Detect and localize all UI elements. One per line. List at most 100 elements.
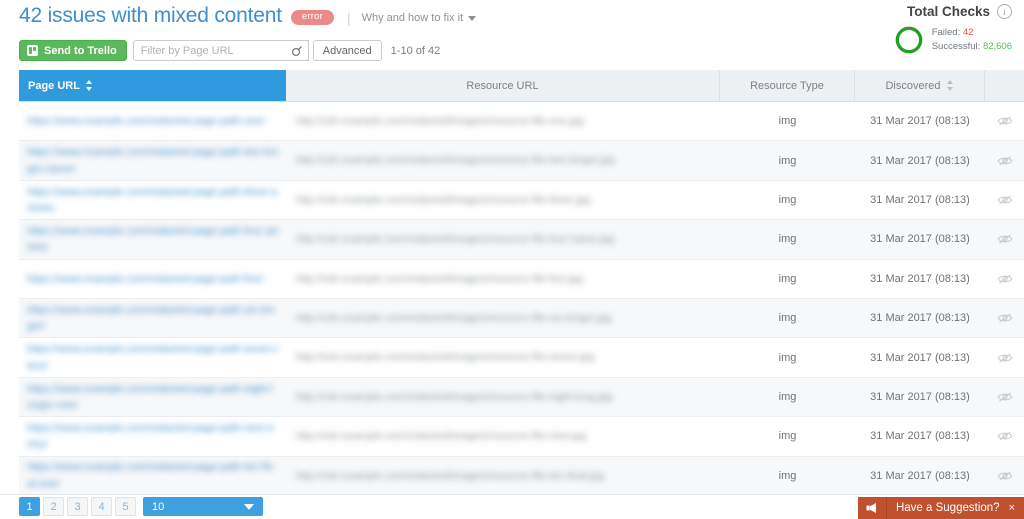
failed-stat: Failed: 42 [932, 26, 1012, 40]
cell-page-url[interactable]: https://www.example.com/redacted-page-pa… [19, 378, 286, 416]
page-url-text: https://www.example.com/redacted-page-pa… [27, 343, 278, 372]
cell-page-url[interactable]: https://www.example.com/redacted-page-pa… [19, 338, 286, 376]
have-a-suggestion-tab[interactable]: Have a Suggestion? × [857, 497, 1024, 519]
column-header-resource-type-label: Resource Type [750, 79, 824, 92]
page-url-text: https://www.example.com/redacted-page-pa… [27, 115, 265, 128]
cell-resource-type: img [778, 469, 797, 482]
table-row[interactable]: https://www.example.com/redacted-page-pa… [19, 259, 1024, 299]
result-range-label: 1-10 of 42 [390, 44, 441, 57]
help-link[interactable]: Why and how to fix it [362, 12, 477, 24]
page-url-text: https://www.example.com/redacted-page-pa… [27, 461, 274, 490]
pagination-page-5[interactable]: 5 [115, 497, 136, 516]
cell-page-url[interactable]: https://www.example.com/redacted-page-pa… [19, 220, 286, 258]
cell-resource-url[interactable]: http://cdn.example.com/redacted/images/r… [286, 378, 720, 416]
table-row[interactable]: https://www.example.com/redacted-page-pa… [19, 141, 1024, 181]
cell-resource-url[interactable]: http://cdn.example.com/redacted/images/r… [286, 181, 720, 219]
cell-page-url[interactable]: https://www.example.com/redacted-page-pa… [19, 260, 286, 298]
cell-resource-url[interactable]: http://cdn.example.com/redacted/images/r… [286, 141, 720, 179]
per-page-select[interactable]: 10 [143, 497, 263, 516]
cell-page-url[interactable]: https://www.example.com/redacted-page-pa… [19, 417, 286, 455]
status-badge: error [290, 10, 334, 25]
eye-slash-icon[interactable] [997, 312, 1013, 324]
cell-resource-url[interactable]: http://cdn.example.com/redacted/images/r… [286, 260, 720, 298]
eye-slash-icon[interactable] [997, 430, 1013, 442]
cell-resource-type: img [778, 430, 797, 443]
column-header-resource-url[interactable]: Resource URL [286, 70, 720, 101]
eye-slash-icon[interactable] [997, 115, 1013, 127]
table-row[interactable]: https://www.example.com/redacted-page-pa… [19, 456, 1024, 496]
trello-icon [27, 45, 38, 56]
resource-url-text: http://cdn.example.com/redacted/images/r… [296, 390, 613, 403]
failed-value: 42 [962, 27, 974, 39]
cell-resource-type: img [778, 351, 797, 364]
cell-resource-url[interactable]: http://cdn.example.com/redacted/images/r… [286, 220, 720, 258]
eye-slash-icon[interactable] [997, 155, 1013, 167]
page-header: 42 issues with mixed content error | Why… [0, 0, 1024, 70]
pagination-page-1[interactable]: 1 [19, 497, 40, 516]
info-icon[interactable]: i [997, 4, 1012, 19]
cell-resource-url[interactable]: http://cdn.example.com/redacted/images/r… [286, 102, 720, 140]
cell-discovered: 31 Mar 2017 (08:13) [870, 272, 970, 285]
cell-resource-url[interactable]: http://cdn.example.com/redacted/images/r… [286, 457, 720, 495]
cell-page-url[interactable]: https://www.example.com/redacted-page-pa… [19, 299, 286, 337]
page-url-text: https://www.example.com/redacted-page-pa… [27, 382, 273, 411]
eye-slash-icon[interactable] [997, 352, 1013, 364]
eye-slash-icon[interactable] [997, 273, 1013, 285]
cell-page-url[interactable]: https://www.example.com/redacted-page-pa… [19, 102, 286, 140]
table-body: https://www.example.com/redacted-page-pa… [19, 102, 1024, 496]
page-url-text: https://www.example.com/redacted-page-pa… [27, 185, 278, 214]
column-header-actions [985, 70, 1024, 101]
advanced-button[interactable]: Advanced [312, 40, 382, 61]
page-title: 42 issues with mixed content [19, 4, 282, 27]
table-row[interactable]: https://www.example.com/redacted-page-pa… [19, 180, 1024, 221]
table-row[interactable]: https://www.example.com/redacted-page-pa… [19, 298, 1024, 339]
close-icon[interactable]: × [1009, 502, 1024, 514]
cell-resource-type: img [778, 154, 797, 167]
filter-group [132, 40, 309, 61]
eye-slash-icon[interactable] [997, 233, 1013, 245]
cell-resource-url[interactable]: http://cdn.example.com/redacted/images/r… [286, 338, 720, 376]
column-header-discovered[interactable]: Discovered [855, 70, 985, 101]
table-row[interactable]: https://www.example.com/redacted-page-pa… [19, 338, 1024, 378]
eye-slash-icon[interactable] [997, 470, 1013, 482]
resource-url-text: http://cdn.example.com/redacted/images/r… [296, 351, 595, 364]
table-row[interactable]: https://www.example.com/redacted-page-pa… [19, 417, 1024, 457]
cell-page-url[interactable]: https://www.example.com/redacted-page-pa… [19, 181, 286, 219]
successful-stat: Successful: 82,606 [932, 40, 1012, 54]
total-checks-body: Failed: 42 Successful: 82,606 [880, 25, 1012, 55]
total-checks-header: Total Checks i [880, 4, 1012, 19]
resource-url-text: http://cdn.example.com/redacted/images/r… [296, 312, 612, 325]
pagination-page-3[interactable]: 3 [67, 497, 88, 516]
have-a-suggestion-label: Have a Suggestion? [895, 502, 1000, 514]
cell-discovered: 31 Mar 2017 (08:13) [870, 390, 970, 403]
resource-url-text: http://cdn.example.com/redacted/images/r… [296, 115, 584, 128]
footer-bar: 12345 10 Have a Suggestion? × [0, 494, 1024, 519]
cell-discovered: 31 Mar 2017 (08:13) [870, 351, 970, 364]
separator: | [346, 9, 351, 26]
column-header-resource-type[interactable]: Resource Type [720, 70, 855, 101]
cell-resource-url[interactable]: http://cdn.example.com/redacted/images/r… [286, 417, 720, 455]
resource-url-text: http://cdn.example.com/redacted/images/r… [296, 469, 604, 482]
table-row[interactable]: https://www.example.com/redacted-page-pa… [19, 102, 1024, 142]
pagination-page-2[interactable]: 2 [43, 497, 64, 516]
sort-icon [85, 80, 93, 91]
column-header-page-url[interactable]: Page URL [19, 70, 286, 101]
eye-slash-icon[interactable] [997, 194, 1013, 206]
search-button[interactable] [286, 40, 309, 61]
table-row[interactable]: https://www.example.com/redacted-page-pa… [19, 220, 1024, 260]
cell-discovered: 31 Mar 2017 (08:13) [870, 115, 970, 128]
table-row[interactable]: https://www.example.com/redacted-page-pa… [19, 377, 1024, 418]
megaphone-icon [858, 497, 887, 519]
sort-icon [946, 80, 954, 91]
failed-label: Failed: [931, 27, 961, 39]
table-header-row: Page URL Resource URL Resource Type Disc… [19, 70, 1024, 102]
column-header-resource-url-label: Resource URL [466, 79, 539, 92]
cell-actions [985, 141, 1024, 179]
cell-page-url[interactable]: https://www.example.com/redacted-page-pa… [19, 141, 286, 179]
eye-slash-icon[interactable] [997, 391, 1013, 403]
filter-page-url-input[interactable] [132, 40, 309, 61]
pagination-page-4[interactable]: 4 [91, 497, 112, 516]
send-to-trello-button[interactable]: Send to Trello [19, 40, 127, 61]
cell-resource-url[interactable]: http://cdn.example.com/redacted/images/r… [286, 299, 720, 337]
cell-page-url[interactable]: https://www.example.com/redacted-page-pa… [19, 457, 286, 495]
